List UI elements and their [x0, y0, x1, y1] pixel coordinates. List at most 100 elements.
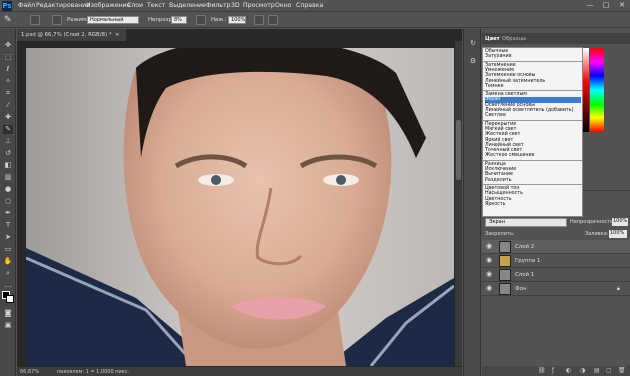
marquee-tool-icon[interactable]: ⬚	[3, 53, 13, 62]
type-tool-icon[interactable]: T	[3, 221, 13, 230]
folder-icon	[499, 255, 511, 267]
airbrush-icon[interactable]	[254, 15, 264, 25]
panel-icon-strip: ↻ ⚙	[463, 29, 481, 376]
lasso-tool-icon[interactable]: ℓ	[3, 65, 13, 74]
image-canvas[interactable]	[26, 48, 454, 366]
mask-icon[interactable]: ◐	[566, 367, 571, 374]
adjustment-icon[interactable]: ◑	[580, 367, 585, 374]
crop-tool-icon[interactable]: ⌗	[3, 89, 13, 98]
menu-select[interactable]: Выделение	[169, 2, 206, 9]
eye-icon[interactable]: ◉	[486, 285, 494, 292]
menu-text[interactable]: Текст	[147, 2, 165, 9]
eyedropper-tool-icon[interactable]: ⁄	[3, 101, 13, 110]
document-tab[interactable]: 1.psd @ 66,7% (Слой 2, RGB/8) * ×	[17, 29, 127, 41]
menu-3d[interactable]: 3D	[231, 2, 240, 9]
gradient-tool-icon[interactable]: ▥	[3, 173, 13, 182]
tab-swatches[interactable]: Образцы	[502, 36, 526, 42]
layer-row[interactable]: ◉ Группа 1	[482, 254, 630, 268]
layers-footer: ⛓ ƒ ◐ ◑ ▤ ▢ 🗑︎	[482, 366, 630, 376]
trash-icon[interactable]: 🗑︎	[618, 367, 626, 374]
hand-tool-icon[interactable]: ✋	[3, 257, 13, 266]
brush-tool-icon[interactable]: ✎	[4, 15, 14, 25]
stamp-tool-icon[interactable]: ⊥	[3, 137, 13, 146]
layer-row[interactable]: ◉ Слой 1	[482, 268, 630, 282]
brush-panel-icon[interactable]	[52, 15, 62, 25]
path-select-icon[interactable]: ➤	[3, 233, 13, 242]
layer-name: Фон	[515, 286, 527, 292]
blur-tool-icon[interactable]: ●	[3, 185, 13, 194]
dodge-tool-icon[interactable]: ○	[3, 197, 13, 206]
mode-select[interactable]: Нормальный	[87, 16, 139, 24]
blend-group-separator	[483, 183, 582, 185]
menu-image[interactable]: Изображение	[86, 2, 131, 9]
eraser-tool-icon[interactable]: ◧	[3, 161, 13, 170]
new-layer-icon[interactable]: ▢	[606, 367, 612, 374]
link-layers-icon[interactable]: ⛓	[538, 367, 546, 374]
close-tab-icon[interactable]: ×	[115, 32, 120, 38]
layers-blend-select[interactable]: Экран	[485, 218, 567, 227]
eye-icon[interactable]: ◉	[486, 243, 494, 250]
shape-tool-icon[interactable]: ▭	[3, 245, 13, 254]
new-group-icon[interactable]: ▤	[594, 367, 600, 374]
close-window-button[interactable]: ✕	[617, 1, 627, 10]
layer-row[interactable]: ◉ Фон 🔒︎	[482, 282, 630, 296]
blend-mode-option[interactable]: Яркость	[485, 202, 505, 208]
menu-view[interactable]: Просмотр	[243, 2, 275, 9]
history-brush-icon[interactable]: ↺	[3, 149, 13, 158]
blend-mode-option[interactable]: Светлее	[485, 113, 506, 119]
pen-tool-icon[interactable]: ✒	[3, 209, 13, 218]
blend-mode-dropdown[interactable]: Обычные Затухание Затемнение Умножение Затем…	[482, 47, 583, 217]
pressure-opacity-icon[interactable]	[196, 15, 206, 25]
screen-mode-icon[interactable]: ▣	[3, 321, 13, 330]
vertical-scrollbar[interactable]	[455, 41, 462, 366]
scroll-thumb[interactable]	[456, 120, 461, 180]
menu-file[interactable]: Файл	[18, 2, 35, 9]
fx-icon[interactable]: ƒ	[552, 367, 554, 374]
layer-thumbnail	[499, 269, 511, 281]
fill-input[interactable]: 100%	[609, 230, 627, 238]
hue-slider[interactable]	[590, 48, 604, 132]
more-tools-icon[interactable]: …	[3, 281, 13, 290]
options-bar: ✎ Режим: Нормальный Непрозр.: 8% Наж.: 1…	[0, 13, 630, 28]
background-color-swatch[interactable]	[6, 295, 14, 303]
blend-group-separator	[483, 60, 582, 62]
brush-preset-icon[interactable]	[30, 15, 40, 25]
flow-input[interactable]: 100%	[228, 16, 246, 24]
blend-group-separator	[483, 159, 582, 161]
maximize-button[interactable]: □	[601, 1, 611, 10]
color-field[interactable]	[583, 48, 589, 132]
menu-filter[interactable]: Фильтр	[206, 2, 230, 9]
blend-mode-option[interactable]: Жесткое смешение	[485, 153, 535, 159]
portrait-photo	[26, 48, 454, 366]
pressure-size-icon[interactable]	[268, 15, 278, 25]
layer-thumbnail	[499, 241, 511, 253]
quick-mask-icon[interactable]: ◙	[3, 309, 13, 318]
flow-label: Наж.:	[211, 17, 227, 23]
blend-mode-option[interactable]: Темнее	[485, 84, 504, 90]
healing-tool-icon[interactable]: ✚	[3, 113, 13, 122]
layers-opacity-input[interactable]: 100%	[612, 218, 628, 226]
layer-row[interactable]: ◉ Слой 2	[482, 240, 630, 254]
zoom-level[interactable]: 66,67%	[20, 369, 39, 375]
brush-panel-icon[interactable]: ⚙	[468, 57, 478, 66]
menu-help[interactable]: Справка	[296, 2, 323, 9]
quick-select-tool-icon[interactable]: ✧	[3, 77, 13, 86]
lock-label: Закрепить:	[485, 231, 515, 237]
move-tool-icon[interactable]: ✥	[3, 41, 13, 50]
eye-icon[interactable]: ◉	[486, 257, 494, 264]
tab-color[interactable]: Цвет	[485, 36, 500, 42]
toolbox: ✥ ⬚ ℓ ✧ ⌗ ⁄ ✚ ✎ ⊥ ↺ ◧ ▥ ● ○ ✒ T ➤ ▭ ✋ ⌕ …	[0, 29, 16, 376]
menu-edit[interactable]: Редактирование	[36, 2, 90, 9]
mode-label: Режим:	[67, 17, 88, 23]
history-panel-icon[interactable]: ↻	[468, 39, 478, 48]
eye-icon[interactable]: ◉	[486, 271, 494, 278]
blend-mode-option[interactable]: Разделить	[485, 178, 511, 184]
menu-window[interactable]: Окно	[275, 2, 291, 9]
opacity-input[interactable]: 8%	[171, 16, 187, 24]
blend-group-separator	[483, 90, 582, 92]
blend-mode-option[interactable]: Затухание	[485, 54, 512, 60]
menu-layers[interactable]: Слои	[127, 2, 143, 9]
brush-tool-icon[interactable]: ✎	[3, 125, 13, 134]
zoom-tool-icon[interactable]: ⌕	[3, 269, 13, 278]
minimize-button[interactable]: —	[585, 1, 595, 10]
